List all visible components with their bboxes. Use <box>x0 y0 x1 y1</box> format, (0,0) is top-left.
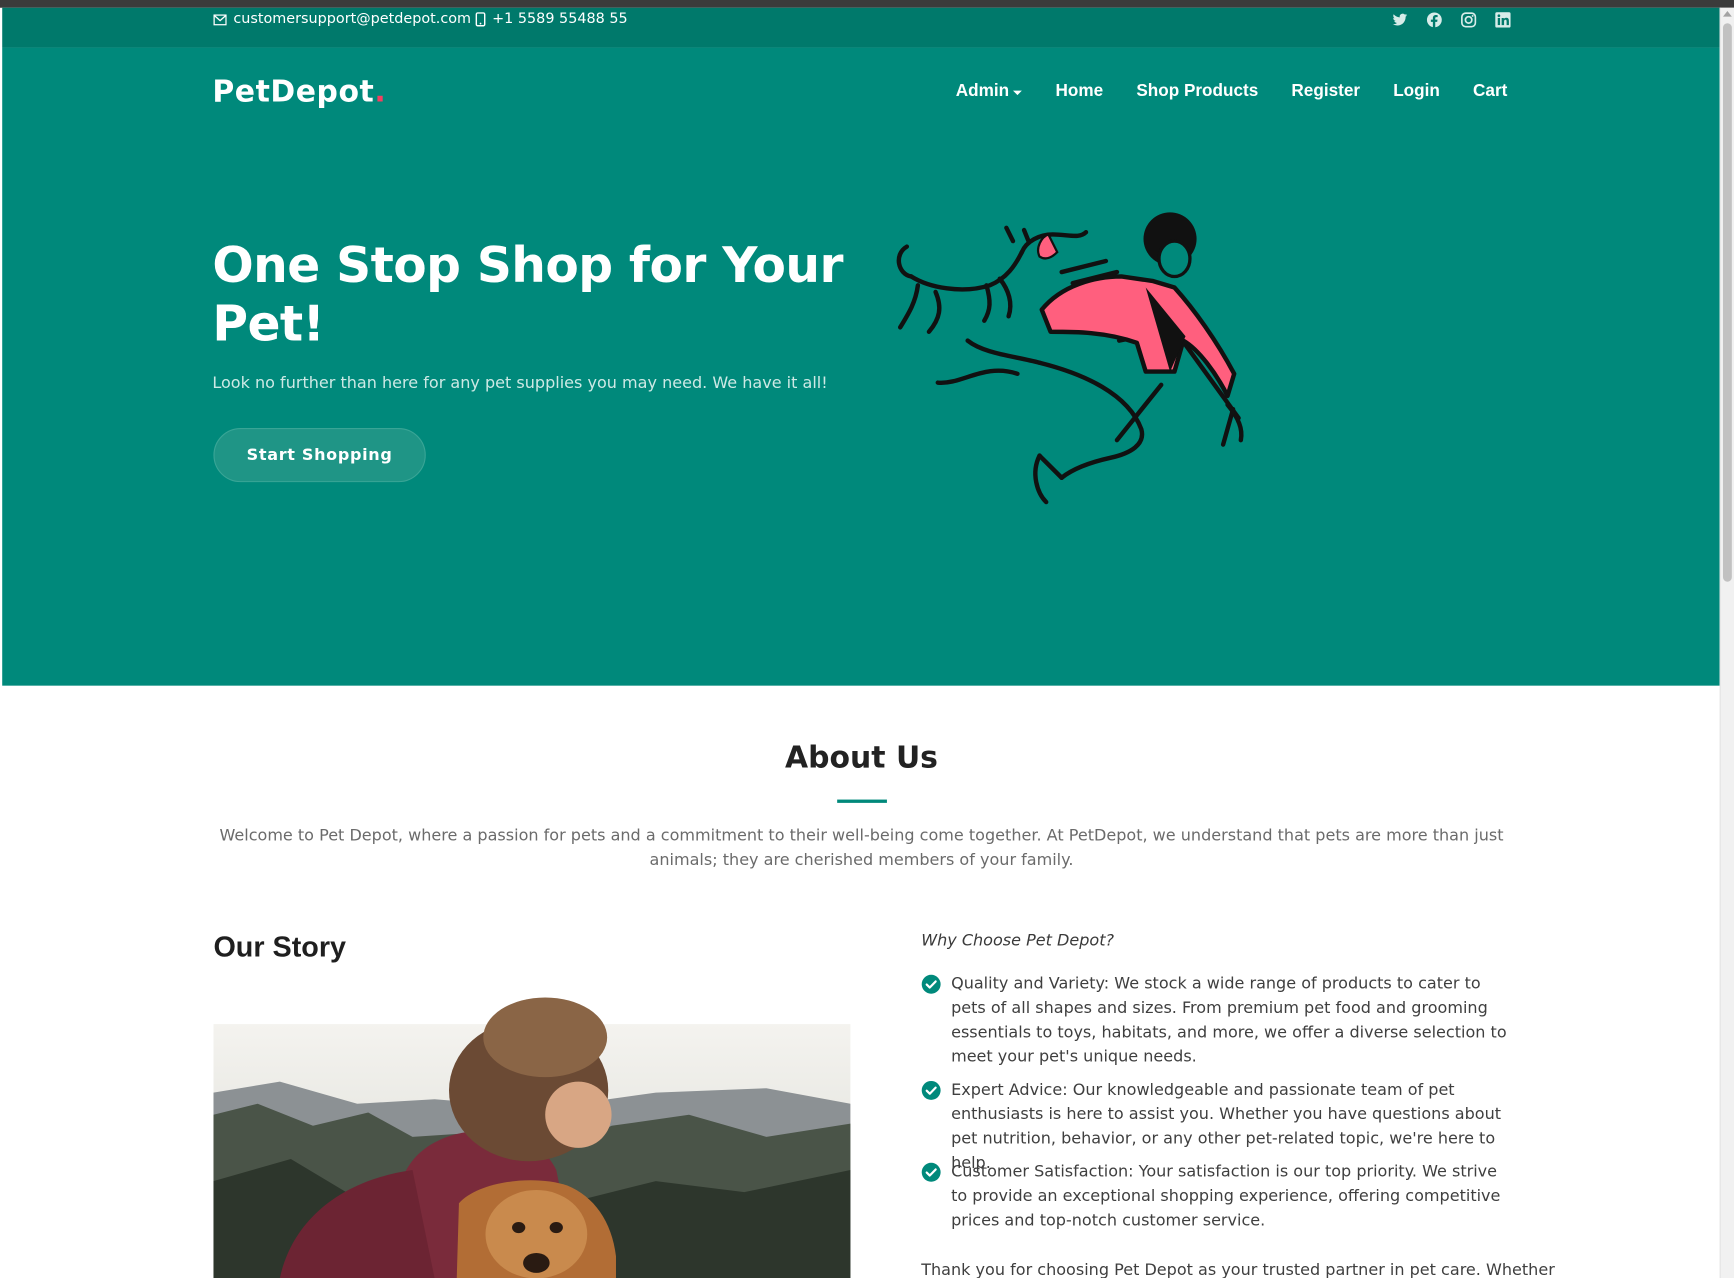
thank-you-text: Thank you for choosing Pet Depot as your… <box>921 1261 1555 1278</box>
hero-illustration <box>896 212 1244 505</box>
logo-text: PetDepot <box>212 75 375 110</box>
instagram-icon[interactable] <box>1461 12 1477 28</box>
why-item-quality: Quality and Variety: We stock a wide ran… <box>921 972 1509 1069</box>
our-story-title: Our Story <box>213 930 347 964</box>
contact-phone[interactable]: +1 5589 55488 55 <box>475 11 628 28</box>
linkedin-icon[interactable] <box>1495 12 1511 28</box>
hero-section <box>2 47 1720 686</box>
why-item-customer-satisfaction: Customer Satisfaction: Your satisfaction… <box>921 1160 1509 1233</box>
main-nav: Admin Home Shop Products Register Login … <box>956 82 1508 102</box>
why-choose-title: Why Choose Pet Depot? <box>921 932 1115 950</box>
why-item-text: Customer Satisfaction: Your satisfaction… <box>951 1163 1501 1230</box>
contact-email[interactable]: customersupport@petdepot.com <box>213 11 471 28</box>
window-frame <box>0 0 1734 8</box>
hero-title: One Stop Shop for Your Pet! <box>212 237 843 353</box>
logo-dot: . <box>374 75 387 110</box>
hero-subtitle: Look no further than here for any pet su… <box>212 374 828 393</box>
start-shopping-button[interactable]: Start Shopping <box>213 427 426 483</box>
check-circle-icon <box>921 1080 941 1100</box>
check-circle-icon <box>921 1162 941 1182</box>
check-circle-icon <box>921 974 941 994</box>
about-text: Welcome to Pet Depot, where a passion fo… <box>219 827 1504 870</box>
nav-cart[interactable]: Cart <box>1473 82 1507 102</box>
nav-shop-products[interactable]: Shop Products <box>1136 82 1258 102</box>
logo[interactable]: PetDepot. <box>212 75 386 109</box>
nav-login[interactable]: Login <box>1393 82 1440 102</box>
about-title-underline <box>837 799 887 803</box>
contact-phone-text: +1 5589 55488 55 <box>492 11 628 28</box>
scrollbar-thumb[interactable] <box>1722 23 1732 582</box>
nav-admin-dropdown[interactable]: Admin <box>956 82 1023 102</box>
chevron-down-icon <box>1013 90 1023 96</box>
nav-admin-label: Admin <box>955 81 1010 101</box>
about-title: About Us <box>785 740 938 776</box>
phone-icon <box>475 12 486 27</box>
scroll-up-arrow-icon[interactable] <box>1722 11 1732 17</box>
nav-register[interactable]: Register <box>1291 82 1360 102</box>
why-item-text: Quality and Variety: We stock a wide ran… <box>951 975 1507 1067</box>
contact-email-text: customersupport@petdepot.com <box>233 11 472 28</box>
envelope-icon <box>213 13 227 25</box>
vertical-scrollbar[interactable] <box>1719 7 1734 1278</box>
facebook-icon[interactable] <box>1426 12 1442 28</box>
twitter-icon[interactable] <box>1392 12 1408 27</box>
story-photo <box>213 993 851 1278</box>
nav-home[interactable]: Home <box>1056 82 1104 102</box>
